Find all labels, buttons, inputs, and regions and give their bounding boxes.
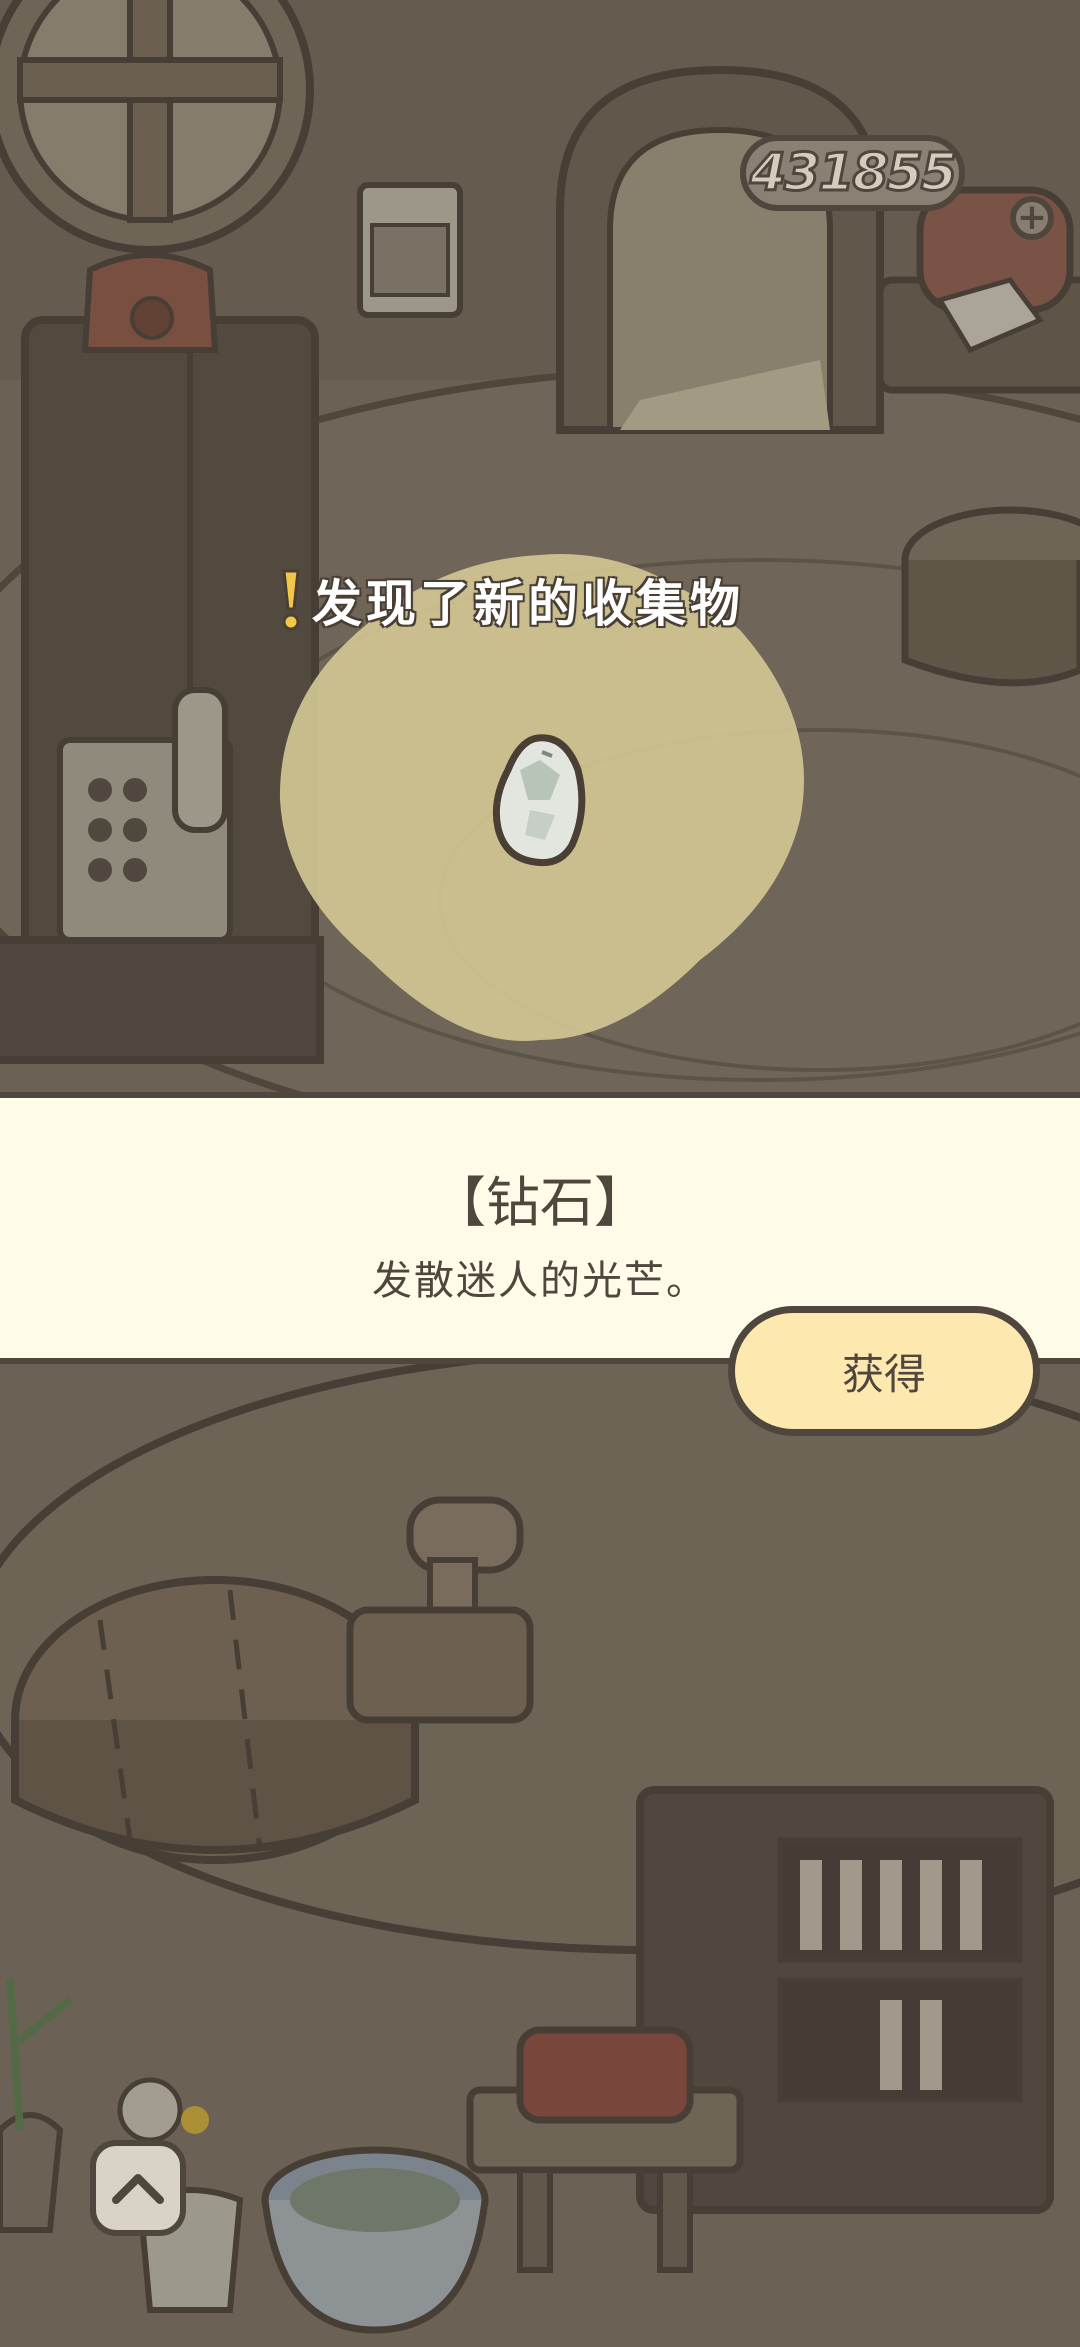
- get-button-label: 获得: [841, 1349, 926, 1399]
- exclamation-icon: [282, 569, 300, 631]
- discovery-banner: 发现了新的收集物: [280, 565, 744, 635]
- wall-calendar: [357, 182, 463, 318]
- tall-wardrobe: [0, 316, 324, 1064]
- item-description: 发散迷人的光芒。: [372, 1258, 708, 1304]
- item-name: 【钻石】: [432, 1171, 648, 1234]
- tree-stump-stool: [901, 506, 1080, 687]
- chevron-up-icon: [112, 2174, 164, 2204]
- coin-count: 431855: [748, 142, 958, 205]
- rotary-telephone: [81, 252, 219, 353]
- diamond-stone-icon: [492, 734, 586, 867]
- get-button[interactable]: 获得: [728, 1306, 1040, 1436]
- add-coins-button[interactable]: +: [1010, 196, 1054, 240]
- coin-counter: 431855: [740, 135, 965, 211]
- expand-up-button[interactable]: [90, 2140, 186, 2236]
- plus-icon: +: [1016, 197, 1048, 238]
- discovery-headline: 发现了新的收集物: [311, 574, 744, 634]
- arched-doorway: [556, 65, 884, 434]
